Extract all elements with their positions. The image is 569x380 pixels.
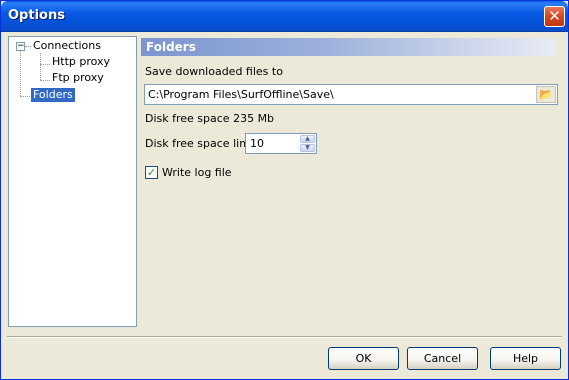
close-button[interactable]: ✕ <box>544 6 565 27</box>
window-title: Options <box>8 8 65 23</box>
spin-down-button[interactable]: ▼ <box>300 144 315 152</box>
tree-item-folders[interactable]: Folders <box>31 88 75 102</box>
options-dialog: Options ✕ − Connections Http proxy Ftp p… <box>0 0 569 380</box>
title-bar[interactable]: Options ✕ <box>1 1 568 32</box>
ok-button[interactable]: OK <box>328 347 399 370</box>
tree-connector <box>20 51 21 96</box>
disk-limit-label: Disk free space limit <box>145 137 258 150</box>
dialog-separator <box>7 336 562 338</box>
browse-button[interactable]: 📂 <box>536 86 556 103</box>
disk-limit-value[interactable]: 10 <box>250 137 264 150</box>
tree-connector <box>40 80 50 81</box>
save-location-label: Save downloaded files to <box>145 65 283 78</box>
save-path-value: C:\Program Files\SurfOffline\Save\ <box>148 88 334 101</box>
arrow-down-icon: ▼ <box>305 144 310 151</box>
help-button[interactable]: Help <box>490 347 561 370</box>
tree-item-ftp-proxy[interactable]: Ftp proxy <box>52 71 104 85</box>
cancel-button[interactable]: Cancel <box>407 347 478 370</box>
open-folder-icon: 📂 <box>539 88 553 101</box>
write-log-label[interactable]: Write log file <box>162 166 232 179</box>
options-tree[interactable]: − Connections Http proxy Ftp proxy Folde… <box>8 36 137 327</box>
disk-limit-spinner[interactable]: 10 ▲ ▼ <box>245 133 317 154</box>
disk-free-space-text: Disk free space 235 Mb <box>145 112 275 125</box>
checkmark-icon: ✓ <box>146 166 157 179</box>
tree-connector <box>25 46 31 47</box>
tree-item-connections[interactable]: Connections <box>33 39 101 53</box>
close-icon: ✕ <box>548 7 561 25</box>
save-path-input[interactable]: C:\Program Files\SurfOffline\Save\ 📂 <box>144 84 558 105</box>
collapse-icon[interactable]: − <box>16 42 25 51</box>
write-log-checkbox[interactable]: ✓ <box>145 166 158 179</box>
tree-connector <box>40 64 50 65</box>
tree-connector <box>20 96 30 97</box>
tree-item-http-proxy[interactable]: Http proxy <box>52 55 110 69</box>
spinner-buttons: ▲ ▼ <box>300 135 315 152</box>
spin-up-button[interactable]: ▲ <box>300 135 315 143</box>
arrow-up-icon: ▲ <box>305 135 310 142</box>
tree-connector <box>40 53 41 80</box>
section-header: Folders <box>141 38 556 56</box>
